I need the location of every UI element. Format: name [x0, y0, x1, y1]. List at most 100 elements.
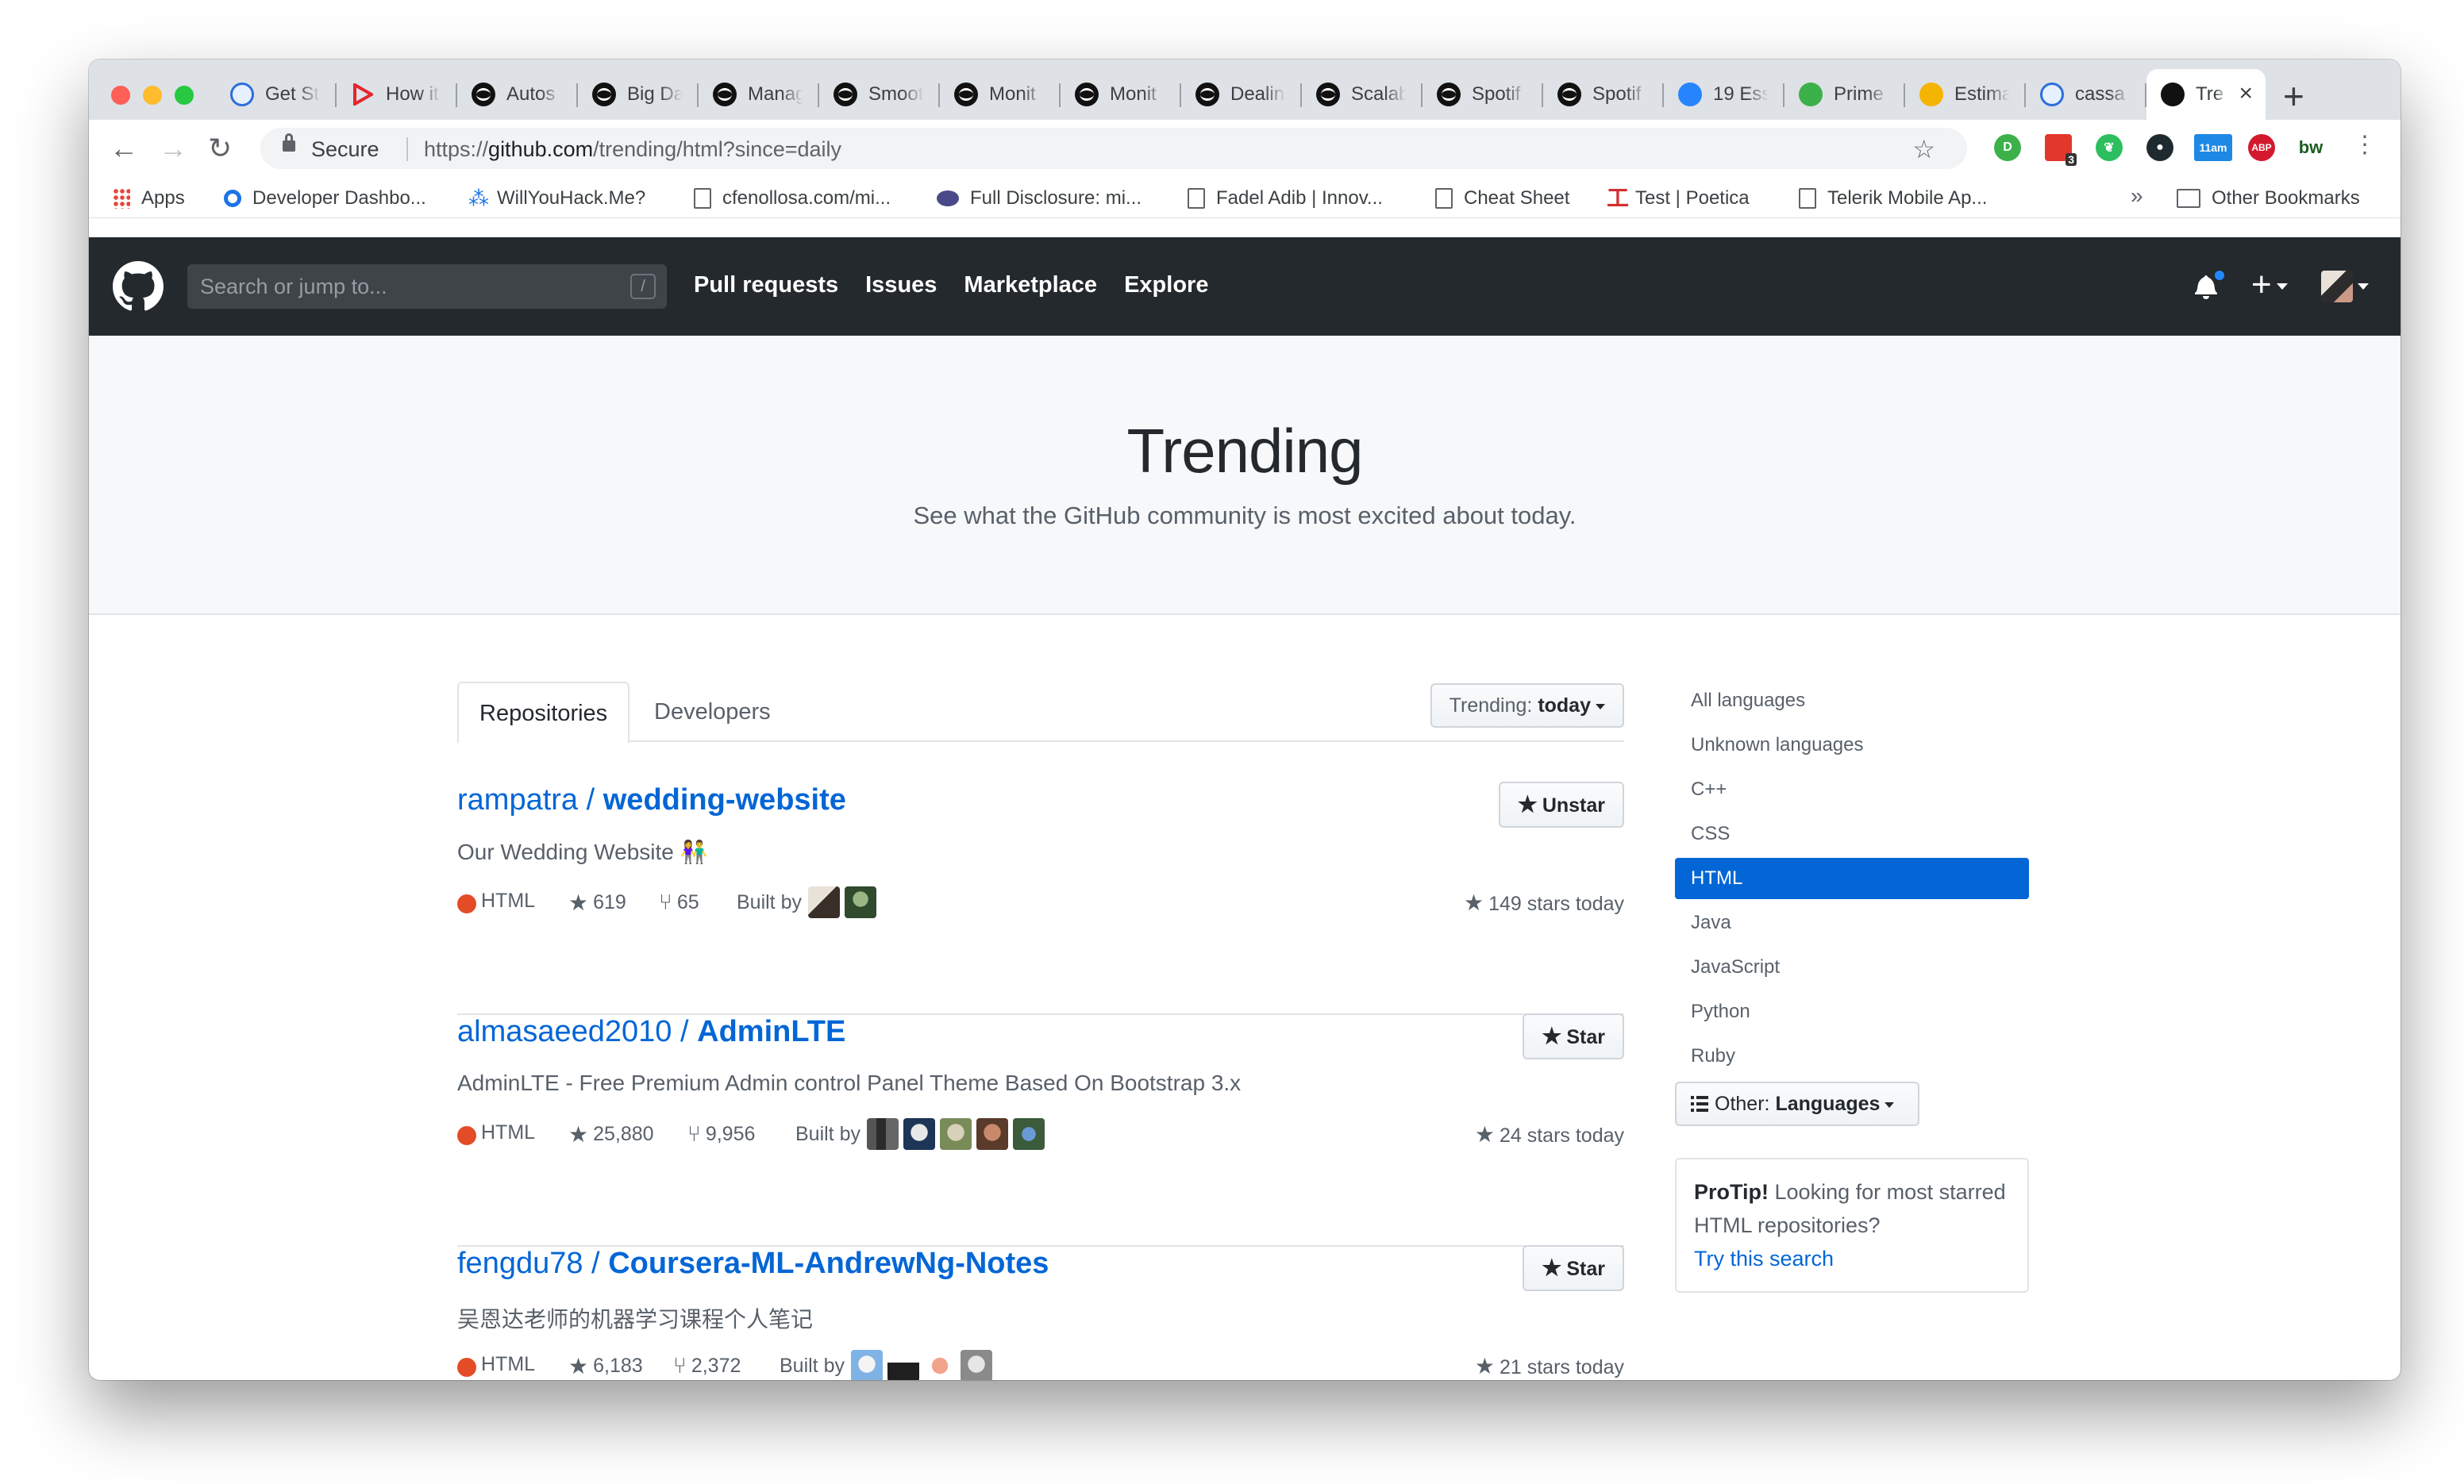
repo-forks[interactable]: ⑂ 65	[659, 890, 699, 915]
star-button[interactable]: ★ Star	[1523, 1245, 1624, 1291]
browser-tab[interactable]: Smoot	[819, 69, 940, 120]
language-filter-unknown[interactable]: Unknown languages	[1675, 723, 2029, 767]
repo-stars[interactable]: ★ 25,880	[568, 1121, 654, 1148]
tab-repositories[interactable]: Repositories	[457, 682, 630, 744]
repo-link[interactable]: almasaeed2010 / AdminLTE	[457, 1015, 845, 1049]
create-new-menu[interactable]: +	[2251, 266, 2288, 304]
language-filter-all[interactable]: All languages	[1675, 679, 2029, 723]
repo-language: HTML	[481, 890, 536, 912]
star-button[interactable]: ★ Star	[1523, 1013, 1624, 1059]
bw-extension-icon[interactable]: bw	[2297, 134, 2324, 161]
repo-stars[interactable]: ★ 6,183	[568, 1353, 643, 1379]
language-filter-cpp[interactable]: C++	[1675, 767, 2029, 812]
language-filter-ruby[interactable]: Ruby	[1675, 1034, 2029, 1078]
avatar[interactable]	[850, 1350, 883, 1380]
close-tab-icon[interactable]: ×	[2239, 82, 2253, 106]
browser-tab[interactable]: How it	[337, 69, 457, 120]
avatar[interactable]	[887, 1350, 919, 1380]
nav-marketplace[interactable]: Marketplace	[964, 272, 1097, 298]
evernote-extension-icon[interactable]: ❦	[2096, 134, 2123, 161]
repo-forks[interactable]: ⑂ 9,956	[687, 1121, 755, 1147]
nav-pull-requests[interactable]: Pull requests	[694, 272, 838, 298]
browser-tab[interactable]: Get St	[216, 69, 337, 120]
unstar-button[interactable]: ★ Unstar	[1498, 782, 1624, 828]
bookmark-item[interactable]: Developer Dashbo...	[224, 186, 426, 211]
bookmark-apps[interactable]: Apps	[113, 186, 185, 211]
nav-issues[interactable]: Issues	[865, 272, 937, 298]
browser-menu-icon[interactable]: ⋮	[2353, 131, 2377, 159]
tab-developers[interactable]: Developers	[633, 682, 791, 742]
bookmarks-overflow-icon[interactable]: »	[2131, 183, 2143, 209]
adblock-extension-icon[interactable]: ABP	[2248, 134, 2275, 161]
bookmark-item[interactable]: Fadel Adib | Innov...	[1188, 186, 1383, 211]
minimize-window-button[interactable]	[143, 86, 162, 105]
bookmark-item[interactable]: cfenollosa.com/mi...	[694, 186, 891, 211]
bookmark-item[interactable]: 工 Test | Poetica	[1607, 186, 1750, 211]
browser-tab[interactable]: Monit	[940, 69, 1061, 120]
browser-tab[interactable]: Dealin	[1181, 69, 1302, 120]
browser-tab[interactable]: Spotif	[1543, 69, 1664, 120]
avatar[interactable]	[903, 1118, 935, 1150]
user-menu[interactable]	[2321, 271, 2369, 302]
bookmark-item[interactable]: Full Disclosure: mi...	[937, 186, 1142, 211]
browser-tab[interactable]: Prime	[1784, 69, 1905, 120]
repo-link[interactable]: fengdu78 / Coursera-ML-AndrewNg-Notes	[457, 1247, 1049, 1281]
browser-tab[interactable]: Big Da	[578, 69, 699, 120]
tab-strip: Get St How it Autos Big Da Manag Smoot M…	[89, 60, 2400, 120]
nav-explore[interactable]: Explore	[1124, 272, 1208, 298]
language-color-dot	[457, 894, 476, 913]
trending-period-dropdown[interactable]: Trending: today	[1430, 683, 1624, 728]
camera-extension-icon[interactable]: ●	[2146, 134, 2173, 161]
back-arrow-icon[interactable]: ←	[110, 129, 138, 167]
reload-icon[interactable]: ↻	[208, 129, 232, 167]
forward-arrow-icon[interactable]: →	[159, 129, 187, 167]
avatar[interactable]	[923, 1350, 956, 1380]
browser-tab[interactable]: Monit	[1061, 69, 1181, 120]
browser-tab-active[interactable]: Tre ×	[2146, 69, 2266, 120]
bookmark-item[interactable]: ⁂ WillYouHack.Me?	[468, 186, 645, 211]
search-input[interactable]	[187, 264, 616, 309]
maximize-window-button[interactable]	[175, 86, 194, 105]
language-filter-javascript[interactable]: JavaScript	[1675, 945, 2029, 990]
browser-tab[interactable]: Scalab	[1302, 69, 1423, 120]
repo-link[interactable]: rampatra / wedding-website	[457, 783, 846, 817]
bookmark-item[interactable]: Telerik Mobile Ap...	[1799, 186, 1987, 211]
avatar[interactable]	[1012, 1118, 1045, 1150]
github-logo-icon[interactable]	[113, 261, 164, 312]
chevron-down-icon	[1596, 703, 1605, 709]
new-tab-button[interactable]: +	[2283, 71, 2304, 121]
protip-search-link[interactable]: Try this search	[1694, 1242, 2010, 1275]
address-bar[interactable]: Secure https://github.com/trending/html?…	[260, 128, 1967, 169]
avatar[interactable]	[844, 886, 876, 918]
bookmark-item[interactable]: Cheat Sheet	[1435, 186, 1569, 211]
bookmark-star-icon[interactable]: ☆	[1912, 134, 1935, 164]
browser-tab[interactable]: Estima	[1905, 69, 2026, 120]
other-bookmarks[interactable]: Other Bookmarks	[2177, 186, 2360, 211]
other-languages-dropdown[interactable]: Other: Languages	[1675, 1082, 1919, 1126]
avatar[interactable]	[976, 1118, 1008, 1150]
repo-forks[interactable]: ⑂ 2,372	[673, 1353, 741, 1378]
avatar[interactable]	[807, 886, 840, 918]
browser-tab[interactable]: 19 Ess	[1664, 69, 1784, 120]
browser-tab[interactable]: cassa	[2026, 69, 2146, 120]
close-window-button[interactable]	[111, 86, 130, 105]
avatar[interactable]	[939, 1118, 972, 1150]
language-filter-css[interactable]: CSS	[1675, 812, 2029, 856]
avatar[interactable]	[866, 1118, 899, 1150]
browser-tab[interactable]: Spotif	[1423, 69, 1543, 120]
url-text[interactable]: https://github.com/trending/html?since=d…	[424, 137, 841, 162]
browser-tab[interactable]: Autos	[457, 69, 578, 120]
language-filter-html[interactable]: HTML	[1675, 858, 2029, 899]
calendar-extension-icon[interactable]: 3	[2045, 134, 2077, 166]
trending-label: Trending:	[1449, 694, 1533, 717]
language-filter-python[interactable]: Python	[1675, 990, 2029, 1034]
clock-extension-icon[interactable]: 11am	[2194, 134, 2232, 161]
avatar[interactable]	[960, 1350, 992, 1380]
repo-stars[interactable]: ★ 619	[568, 890, 626, 916]
language-filter-java[interactable]: Java	[1675, 901, 2029, 945]
chevron-down-icon	[2358, 283, 2369, 290]
grammarly-extension-icon[interactable]: D	[1994, 134, 2021, 161]
browser-window: Get St How it Autos Big Da Manag Smoot M…	[89, 60, 2400, 1380]
browser-tab[interactable]: Manag	[699, 69, 819, 120]
secure-label: Secure	[311, 137, 379, 161]
